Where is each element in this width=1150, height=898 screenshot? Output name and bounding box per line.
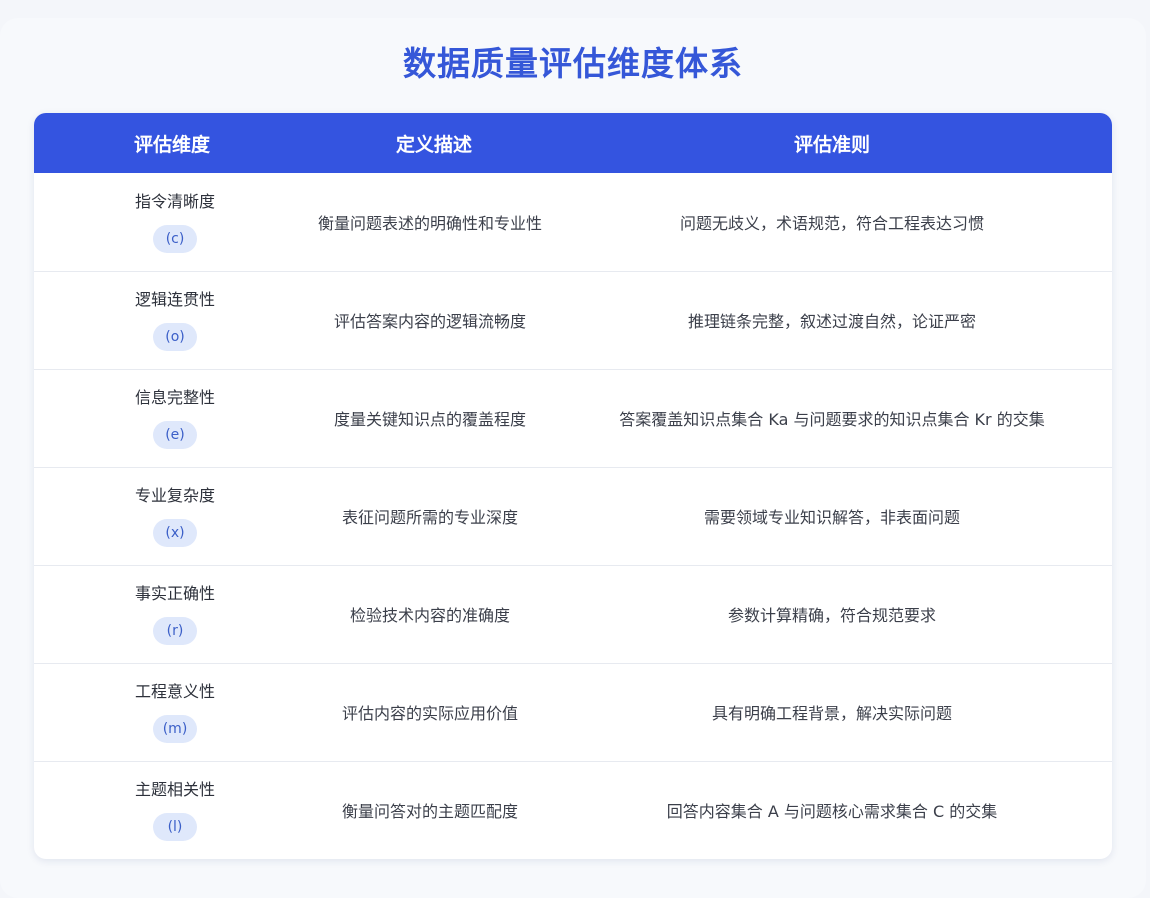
dimension-cell: 指令清晰度 (c) [34, 173, 316, 271]
table-row: 指令清晰度 (c) 衡量问题表述的明确性和专业性 问题无歧义，术语规范，符合工程… [34, 173, 1112, 271]
dimension-cell: 信息完整性 (e) [34, 368, 316, 467]
dimension-code-badge: (r) [153, 617, 197, 645]
dimension-code-badge: (x) [153, 519, 197, 547]
criteria-cell: 回答内容集合 A 与问题核心需求集合 C 的交集 [552, 760, 1112, 859]
dimension-cell: 工程意义性 (m) [34, 662, 316, 761]
header-criteria: 评估准则 [552, 113, 1112, 173]
dimension-name: 指令清晰度 [134, 191, 215, 211]
table-body: 指令清晰度 (c) 衡量问题表述的明确性和专业性 问题无歧义，术语规范，符合工程… [34, 173, 1112, 859]
dimension-wrap: 专业复杂度 (x) [134, 485, 216, 547]
dimension-wrap: 指令清晰度 (c) [134, 191, 216, 253]
table-row: 工程意义性 (m) 评估内容的实际应用价值 具有明确工程背景，解决实际问题 [34, 662, 1112, 761]
definition-cell: 衡量问答对的主题匹配度 [316, 760, 552, 859]
dimension-name: 主题相关性 [134, 780, 215, 800]
definition-cell: 评估答案内容的逻辑流畅度 [316, 270, 552, 369]
dimension-cell: 专业复杂度 (x) [34, 466, 316, 565]
table-header-row: 评估维度 定义描述 评估准则 [34, 113, 1112, 173]
definition-cell: 表征问题所需的专业深度 [316, 466, 552, 565]
dimension-name: 专业复杂度 [134, 486, 215, 505]
page-title: 数据质量评估维度体系 [403, 44, 743, 83]
table-row: 主题相关性 (l) 衡量问答对的主题匹配度 回答内容集合 A 与问题核心需求集合… [34, 760, 1112, 859]
table-row: 信息完整性 (e) 度量关键知识点的覆盖程度 答案覆盖知识点集合 Ka 与问题要… [34, 368, 1112, 467]
dimension-cell: 主题相关性 (l) [34, 760, 316, 859]
dimension-name: 工程意义性 [134, 682, 215, 701]
header-definition: 定义描述 [316, 113, 552, 173]
table-row: 事实正确性 (r) 检验技术内容的准确度 参数计算精确，符合规范要求 [34, 564, 1112, 663]
dimension-name: 信息完整性 [134, 388, 215, 407]
definition-cell: 衡量问题表述的明确性和专业性 [317, 213, 542, 233]
criteria-cell: 参数计算精确，符合规范要求 [552, 564, 1112, 663]
dimension-wrap: 信息完整性 (e) [134, 387, 216, 449]
criteria-cell: 具有明确工程背景，解决实际问题 [552, 662, 1112, 761]
dimension-wrap: 主题相关性 (l) [134, 779, 216, 842]
criteria-cell: 答案覆盖知识点集合 Ka 与问题要求的知识点集合 Kr 的交集 [552, 368, 1112, 467]
table-row: 逻辑连贯性 (o) 评估答案内容的逻辑流畅度 推理链条完整，叙述过渡自然，论证严… [34, 270, 1112, 369]
dimension-name: 事实正确性 [134, 584, 215, 603]
header-dimension: 评估维度 [34, 113, 316, 173]
dimension-wrap: 事实正确性 (r) [134, 583, 216, 645]
dimension-code-badge: (l) [153, 813, 197, 842]
dimension-code-badge: (c) [153, 224, 197, 253]
dimension-cell: 事实正确性 (r) [34, 564, 316, 663]
criteria-cell: 推理链条完整，叙述过渡自然，论证严密 [552, 270, 1112, 369]
table-header: 评估维度 定义描述 评估准则 [34, 113, 1112, 173]
evaluation-table: 评估维度 定义描述 评估准则 指令清晰度 (c) 衡量问题表述的明确性和专业性 … [34, 113, 1112, 859]
dimension-wrap: 逻辑连贯性 (o) [134, 289, 216, 351]
criteria-cell: 需要领域专业知识解答，非表面问题 [552, 466, 1112, 565]
dimension-code-badge: (o) [153, 323, 197, 351]
definition-cell: 度量关键知识点的覆盖程度 [316, 368, 552, 467]
definition-cell: 检验技术内容的准确度 [316, 564, 552, 663]
dimension-name: 逻辑连贯性 [134, 290, 215, 309]
dimension-cell: 逻辑连贯性 (o) [34, 270, 316, 369]
criteria-cell: 问题无歧义，术语规范，符合工程表达习惯 [679, 213, 984, 233]
evaluation-table-grid: 评估维度 定义描述 评估准则 指令清晰度 (c) 衡量问题表述的明确性和专业性 … [34, 113, 1112, 859]
definition-cell: 评估内容的实际应用价值 [316, 662, 552, 761]
table-row: 专业复杂度 (x) 表征问题所需的专业深度 需要领域专业知识解答，非表面问题 [34, 466, 1112, 565]
dimension-code-badge: (m) [153, 715, 197, 743]
dimension-code-badge: (e) [153, 421, 197, 449]
dimension-wrap: 工程意义性 (m) [134, 681, 216, 743]
